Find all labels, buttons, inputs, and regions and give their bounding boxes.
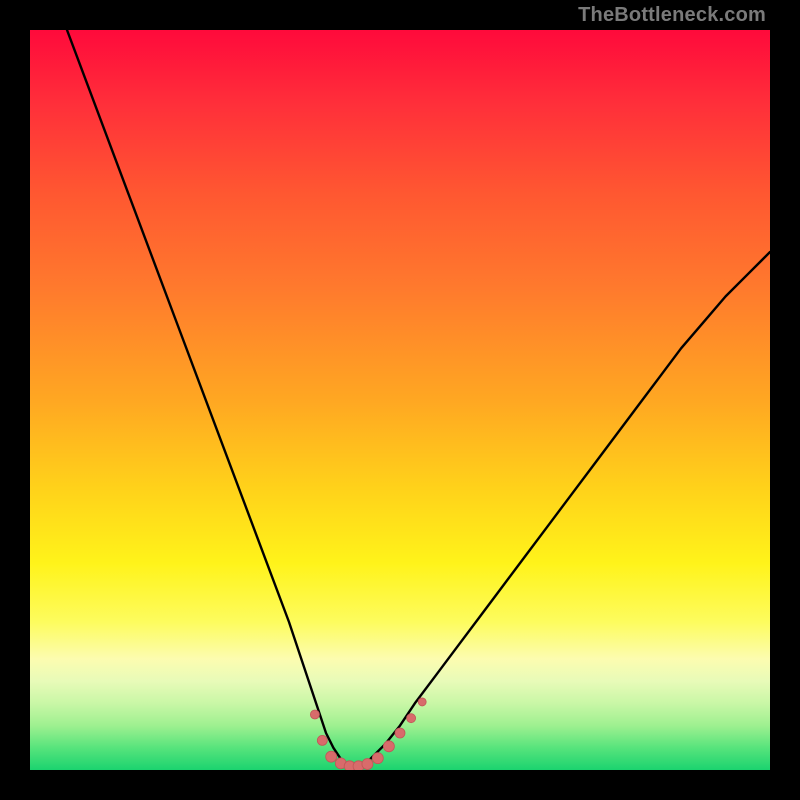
marker-dot [383, 741, 394, 752]
chart-frame: TheBottleneck.com [0, 0, 800, 800]
marker-dot [372, 753, 383, 764]
curve-svg [30, 30, 770, 770]
marker-dot [362, 759, 373, 770]
marker-dot [317, 735, 327, 745]
marker-dot [407, 714, 416, 723]
marker-dot [395, 728, 405, 738]
plot-area [30, 30, 770, 770]
marker-dot [310, 710, 319, 719]
marker-dot [326, 751, 337, 762]
bottleneck-curve [67, 30, 770, 766]
watermark-text: TheBottleneck.com [578, 4, 766, 27]
marker-dot [418, 698, 426, 706]
